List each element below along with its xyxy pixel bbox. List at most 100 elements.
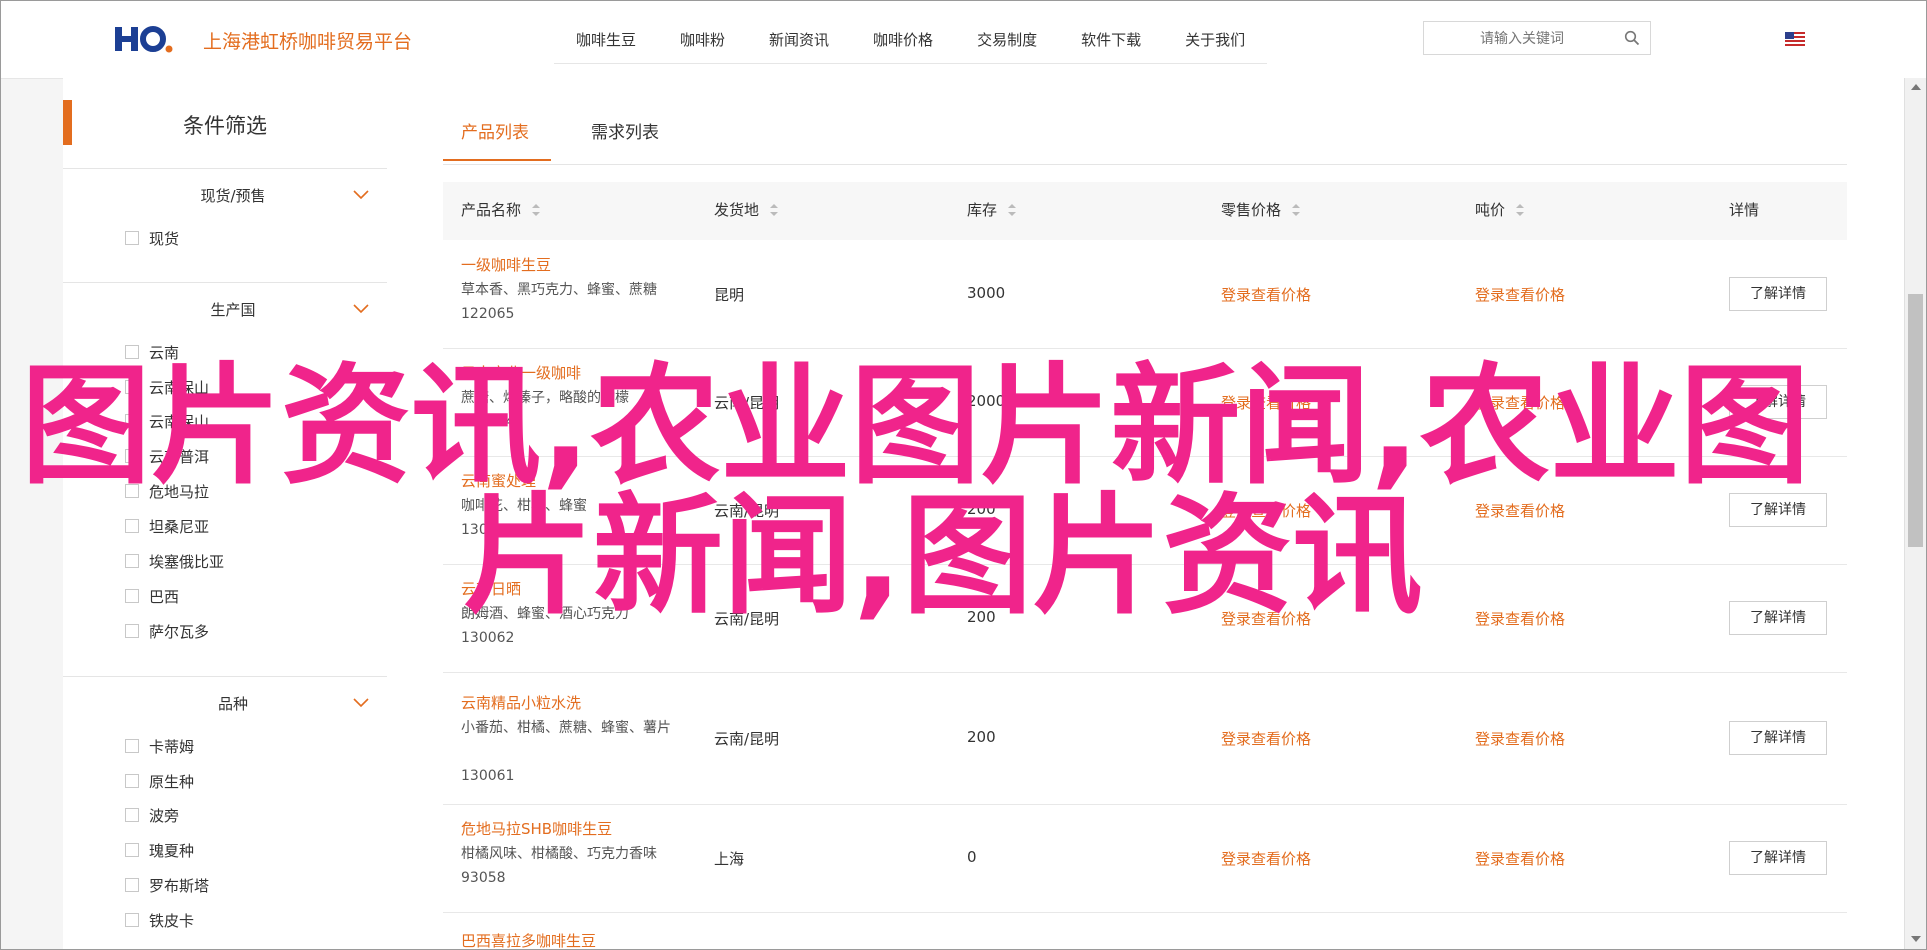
checkbox[interactable] (125, 774, 139, 788)
scroll-down-arrow-icon[interactable] (1911, 936, 1921, 942)
detail-button[interactable]: 了解详情 (1729, 277, 1827, 311)
site-name[interactable]: 上海港虹桥咖啡贸易平台 (203, 27, 412, 54)
scroll-up-arrow-icon[interactable] (1911, 84, 1921, 90)
table-row: 危地马拉SHB咖啡生豆 柑橘风味、柑橘酸、巧克力香味 93058 上海 0 登录… (443, 804, 1847, 913)
filter-group-stock-title[interactable]: 现货/预售 (153, 185, 313, 206)
filter-option-catimor[interactable]: 卡蒂姆 (125, 736, 194, 756)
watermark-line-2: 片新闻,图片资讯 (463, 480, 1423, 632)
product-description: 柑橘风味、柑橘酸、巧克力香味 (461, 846, 657, 862)
scrollbar-thumb[interactable] (1908, 294, 1923, 547)
product-name-link[interactable]: 巴西喜拉多咖啡生豆 (461, 930, 596, 949)
sort-icon[interactable] (531, 203, 541, 217)
main-nav: 咖啡生豆 咖啡粉 新闻资讯 咖啡价格 交易制度 软件下载 关于我们 (554, 23, 1268, 64)
checkbox[interactable] (125, 739, 139, 753)
chevron-down-icon[interactable] (353, 190, 369, 200)
checkbox[interactable] (125, 878, 139, 892)
nav-item-coffee-powder[interactable]: 咖啡粉 (658, 23, 747, 63)
checkbox[interactable] (125, 231, 139, 245)
nav-item-trading-rules[interactable]: 交易制度 (955, 23, 1059, 63)
ton-price-login-link[interactable]: 登录查看价格 (1475, 848, 1565, 869)
product-code: 93058 (461, 870, 506, 886)
sort-icon[interactable] (769, 203, 779, 217)
ton-price-login-link[interactable]: 登录查看价格 (1475, 500, 1565, 521)
checkbox[interactable] (125, 808, 139, 822)
table-row: 巴西喜拉多咖啡生豆 (443, 912, 1847, 949)
divider (63, 168, 387, 169)
ton-price-login-link[interactable]: 登录查看价格 (1475, 284, 1565, 305)
filter-group-variety-title[interactable]: 品种 (153, 693, 313, 714)
chevron-down-icon[interactable] (353, 698, 369, 708)
divider (63, 676, 387, 677)
filter-option-native[interactable]: 原生种 (125, 771, 194, 791)
column-header-detail: 详情 (1729, 201, 1760, 219)
checkbox[interactable] (125, 624, 139, 638)
product-name-link[interactable]: 一级咖啡生豆 (461, 254, 551, 275)
browser-frame: 上海港虹桥咖啡贸易平台 咖啡生豆 咖啡粉 新闻资讯 咖啡价格 交易制度 软件下载… (0, 0, 1927, 950)
retail-price-login-link[interactable]: 登录查看价格 (1221, 284, 1311, 305)
tab-product-list[interactable]: 产品列表 (443, 118, 551, 161)
sort-icon[interactable] (1291, 203, 1301, 217)
product-description: 草本香、黑巧克力、蜂蜜、蔗糖 (461, 282, 657, 298)
filter-option-ethiopia[interactable]: 埃塞俄比亚 (125, 551, 224, 571)
filter-option-el-salvador[interactable]: 萨尔瓦多 (125, 621, 209, 641)
origin-cell: 上海 (714, 850, 745, 868)
tab-demand-list[interactable]: 需求列表 (591, 118, 659, 163)
sort-icon[interactable] (1515, 203, 1525, 217)
origin-cell: 昆明 (714, 286, 745, 304)
filter-option-typica[interactable]: 铁皮卡 (125, 910, 194, 930)
watermark-line-1: 图片资讯,农业图片新闻,农业图 (21, 350, 1810, 502)
stock-cell: 200 (967, 728, 996, 746)
nav-item-about[interactable]: 关于我们 (1163, 23, 1267, 63)
chevron-down-icon[interactable] (353, 304, 369, 314)
stock-cell: 3000 (967, 284, 1006, 302)
product-code: 122065 (461, 306, 515, 322)
divider (63, 282, 387, 283)
table-header: 产品名称 发货地 库存 零售价格 吨价 详情 (443, 182, 1847, 240)
filter-option-bourbon[interactable]: 波旁 (125, 805, 179, 825)
filter-group-country-title[interactable]: 生产国 (153, 299, 313, 320)
filter-option-brazil[interactable]: 巴西 (125, 586, 179, 606)
ton-price-login-link[interactable]: 登录查看价格 (1475, 728, 1565, 749)
checkbox[interactable] (125, 519, 139, 533)
product-code: 130061 (461, 768, 515, 784)
filter-option-spot[interactable]: 现货 (125, 228, 179, 248)
column-header-name[interactable]: 产品名称 (461, 182, 541, 238)
checkbox[interactable] (125, 913, 139, 927)
detail-button[interactable]: 了解详情 (1729, 721, 1827, 755)
checkbox[interactable] (125, 843, 139, 857)
logo-icon[interactable] (115, 23, 173, 55)
us-flag-icon[interactable] (1785, 32, 1805, 46)
filter-option-robusta[interactable]: 罗布斯塔 (125, 875, 209, 895)
nav-item-news[interactable]: 新闻资讯 (747, 23, 851, 63)
sort-icon[interactable] (1007, 203, 1017, 217)
table-row: 一级咖啡生豆 草本香、黑巧克力、蜂蜜、蔗糖 122065 昆明 3000 登录查… (443, 240, 1847, 349)
nav-item-software[interactable]: 软件下载 (1059, 23, 1163, 63)
product-name-link[interactable]: 云南精品小粒水洗 (461, 692, 581, 713)
nav-item-green-beans[interactable]: 咖啡生豆 (554, 23, 658, 63)
checkbox[interactable] (125, 589, 139, 603)
sidebar-title: 条件筛选 (183, 114, 267, 138)
product-description: 小番茄、柑橘、蔗糖、蜂蜜、薯片 (461, 720, 671, 736)
search-input[interactable] (1425, 23, 1619, 55)
checkbox[interactable] (125, 554, 139, 568)
retail-price-login-link[interactable]: 登录查看价格 (1221, 848, 1311, 869)
column-header-retail-price[interactable]: 零售价格 (1221, 182, 1301, 238)
origin-cell: 云南/昆明 (714, 730, 780, 748)
detail-button[interactable]: 了解详情 (1729, 841, 1827, 875)
page-scrollbar[interactable] (1904, 78, 1926, 949)
tab-bar: 产品列表 需求列表 (443, 118, 1847, 165)
column-header-stock[interactable]: 库存 (967, 182, 1017, 238)
stock-cell: 0 (967, 848, 977, 866)
search-icon[interactable] (1624, 30, 1640, 46)
column-header-ton-price[interactable]: 吨价 (1475, 182, 1525, 238)
site-header: 上海港虹桥咖啡贸易平台 咖啡生豆 咖啡粉 新闻资讯 咖啡价格 交易制度 软件下载… (1, 1, 1926, 79)
retail-price-login-link[interactable]: 登录查看价格 (1221, 728, 1311, 749)
column-header-origin[interactable]: 发货地 (714, 182, 779, 238)
search-box (1423, 21, 1651, 55)
ton-price-login-link[interactable]: 登录查看价格 (1475, 608, 1565, 629)
product-name-link[interactable]: 危地马拉SHB咖啡生豆 (461, 818, 612, 839)
filter-option-tanzania[interactable]: 坦桑尼亚 (125, 516, 209, 536)
detail-button[interactable]: 了解详情 (1729, 601, 1827, 635)
filter-option-geisha[interactable]: 瑰夏种 (125, 840, 194, 860)
nav-item-prices[interactable]: 咖啡价格 (851, 23, 955, 63)
